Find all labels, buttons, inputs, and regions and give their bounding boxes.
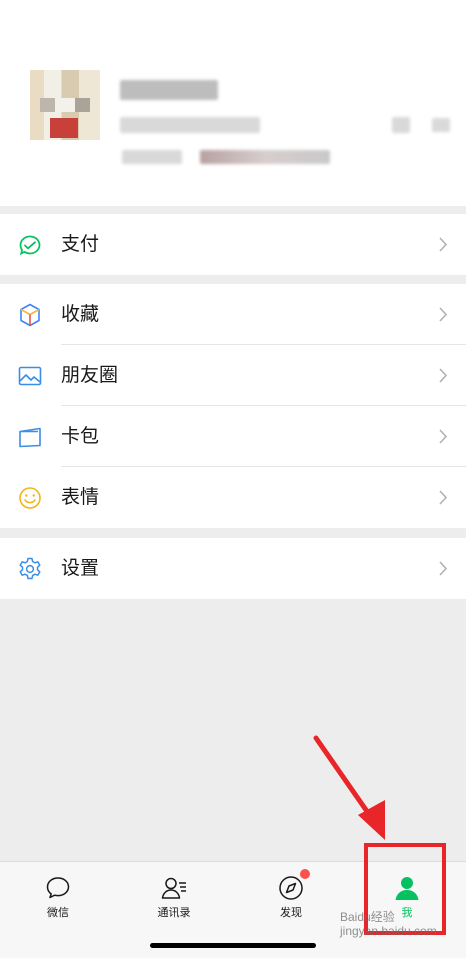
chevron-right-icon	[439, 237, 448, 252]
menu-group-settings: 设置	[0, 538, 466, 599]
menu-item-favorites[interactable]: 收藏	[0, 284, 466, 345]
cube-icon	[20, 303, 40, 327]
card-wallet-icon	[19, 427, 41, 448]
profile-header[interactable]	[0, 0, 466, 206]
menu-group-main: 收藏 朋友圈 卡包 表情	[0, 284, 466, 528]
qr-icon-blurred[interactable]	[392, 117, 410, 133]
menu-label-pay: 支付	[61, 233, 100, 255]
menu-label-cards: 卡包	[61, 425, 100, 447]
menu-label-favorites: 收藏	[61, 303, 100, 325]
chevron-right-icon	[439, 368, 448, 383]
watermark-brand: Baidu经验	[340, 910, 395, 924]
watermark-url: jingyan.baidu.com	[340, 924, 437, 938]
watermark: Baidu经验 jingyan.baidu.com	[340, 910, 437, 938]
status-detail-blurred	[200, 150, 330, 164]
chevron-right-icon	[439, 561, 448, 576]
tab-chats[interactable]: 微信	[18, 862, 98, 932]
wallet-check-icon	[19, 235, 41, 256]
contacts-icon	[161, 877, 186, 899]
tab-label-contacts: 通讯录	[157, 906, 191, 919]
wechat-id-blurred	[120, 117, 260, 133]
menu-item-pay[interactable]: 支付	[0, 214, 466, 275]
chat-bubble-icon	[46, 877, 70, 899]
status-blurred	[122, 150, 182, 164]
tab-discover[interactable]: 发现	[251, 862, 331, 932]
chevron-right-icon	[439, 490, 448, 505]
tab-contacts[interactable]: 通讯录	[134, 862, 214, 932]
tab-label-chats: 微信	[47, 906, 69, 919]
menu-item-moments[interactable]: 朋友圈	[0, 345, 466, 406]
nickname-blurred	[120, 80, 218, 100]
avatar[interactable]	[30, 70, 100, 140]
gear-icon	[19, 557, 41, 580]
discover-badge	[300, 869, 310, 879]
menu-item-settings[interactable]: 设置	[0, 538, 466, 599]
compass-icon	[279, 876, 303, 900]
menu-label-stickers: 表情	[61, 486, 100, 508]
menu-label-settings: 设置	[61, 557, 100, 579]
tab-label-discover: 发现	[280, 906, 302, 919]
chevron-right-icon	[439, 429, 448, 444]
menu-item-stickers[interactable]: 表情	[0, 467, 466, 528]
home-indicator	[150, 943, 316, 948]
menu-group-pay: 支付	[0, 214, 466, 275]
profile-chevron-blurred[interactable]	[432, 118, 450, 132]
menu-label-moments: 朋友圈	[61, 364, 119, 386]
menu-item-cards[interactable]: 卡包	[0, 406, 466, 467]
image-icon	[18, 366, 42, 386]
chevron-right-icon	[439, 307, 448, 322]
smiley-icon	[19, 487, 41, 509]
